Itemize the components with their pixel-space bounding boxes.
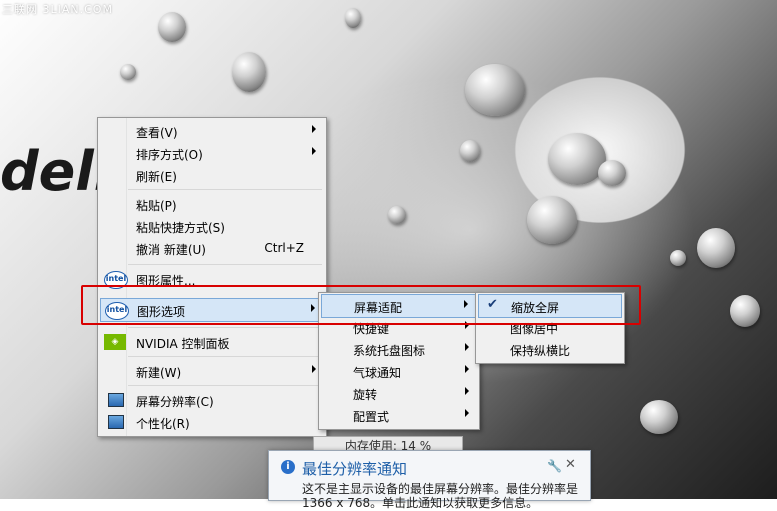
menu-item-undo[interactable]: 撤消 新建(U) Ctrl+Z [100, 237, 324, 259]
monitor-icon [108, 393, 124, 407]
menu-item-label: 配置式 [353, 410, 390, 424]
water-drop [670, 250, 686, 266]
personalize-icon [108, 415, 124, 429]
menu-item-label: 旋转 [353, 388, 378, 402]
menu-separator [128, 385, 322, 386]
water-drop [640, 400, 678, 434]
menu-item-tray-icon[interactable]: 系统托盘图标 [321, 338, 477, 360]
menu-item-sort[interactable]: 排序方式(O) [100, 142, 324, 164]
water-drop [120, 64, 136, 80]
close-icon[interactable]: ✕ [565, 457, 576, 472]
brand-logo-text: dell [0, 140, 113, 203]
water-drop [158, 12, 186, 42]
menu-item-label: 查看(V) [136, 126, 178, 140]
menu-item-label: 保持纵横比 [510, 344, 571, 358]
menu-item-label: 个性化(R) [136, 417, 190, 431]
menu-item-paste[interactable]: 粘贴(P) [100, 193, 324, 215]
water-drop [730, 295, 760, 327]
water-drop [527, 196, 577, 244]
highlight-annotation-frame [81, 285, 641, 325]
water-drop [232, 52, 266, 92]
submenu-arrow-icon [312, 147, 316, 155]
menu-item-screen-resolution[interactable]: 屏幕分辨率(C) [100, 389, 324, 411]
submenu-arrow-icon [465, 409, 469, 417]
menu-item-personalize[interactable]: 个性化(R) [100, 411, 324, 433]
menu-item-label: 刷新(E) [136, 170, 177, 184]
watermark-text: 三联网 3LIAN.COM [2, 3, 113, 16]
menu-item-label: NVIDIA 控制面板 [136, 337, 230, 351]
water-drop [388, 206, 406, 224]
menu-item-new[interactable]: 新建(W) [100, 360, 324, 382]
menu-item-label: 气球通知 [353, 366, 402, 380]
nvidia-icon: ◈ [104, 334, 126, 350]
submenu-arrow-icon [465, 365, 469, 373]
menu-item-label: 新建(W) [136, 366, 182, 380]
water-drop [548, 133, 606, 185]
wrench-icon[interactable]: 🔧 [547, 459, 562, 473]
menu-item-label: 粘贴快捷方式(S) [136, 221, 225, 235]
menu-item-balloon-notify[interactable]: 气球通知 [321, 360, 477, 382]
submenu-arrow-icon [312, 125, 316, 133]
water-drop [345, 8, 361, 28]
menu-separator [128, 189, 322, 190]
menu-separator [128, 264, 322, 265]
menu-separator [128, 356, 322, 357]
menu-separator [128, 327, 322, 328]
menu-item-label: 排序方式(O) [136, 148, 203, 162]
notification-body-line2: 1366 x 768。单击此通知以获取更多信息。 [302, 496, 539, 510]
desktop-context-menu: 查看(V) 排序方式(O) 刷新(E) 粘贴(P) 粘贴快捷方式(S) 撤消 新… [97, 117, 327, 437]
water-drop [460, 140, 480, 162]
info-icon: i [281, 460, 295, 474]
submenu-arrow-icon [465, 343, 469, 351]
menu-item-refresh[interactable]: 刷新(E) [100, 164, 324, 186]
submenu-arrow-icon [312, 365, 316, 373]
notification-title: 最佳分辨率通知 [302, 460, 408, 478]
menu-item-rotate[interactable]: 旋转 [321, 382, 477, 404]
resolution-notification[interactable]: i 最佳分辨率通知 🔧 ✕ 这不是主显示设备的最佳屏幕分辨率。最佳分辨率是 13… [268, 450, 591, 510]
menu-item-label: 撤消 新建(U) [136, 243, 206, 257]
menu-item-nvidia-control-panel[interactable]: ◈ NVIDIA 控制面板 [100, 331, 324, 353]
submenu-arrow-icon [465, 387, 469, 395]
menu-item-paste-shortcut[interactable]: 粘贴快捷方式(S) [100, 215, 324, 237]
water-drop [697, 228, 735, 268]
menu-item-view[interactable]: 查看(V) [100, 120, 324, 142]
menu-item-keep-aspect-ratio[interactable]: 保持纵横比 [478, 338, 622, 360]
water-drop [465, 64, 525, 116]
menu-item-label: 屏幕分辨率(C) [136, 395, 214, 409]
menu-item-label: 系统托盘图标 [353, 344, 426, 358]
menu-item-label: 粘贴(P) [136, 199, 177, 213]
water-drop [598, 160, 626, 186]
menu-item-profiles[interactable]: 配置式 [321, 404, 477, 426]
menu-item-shortcut: Ctrl+Z [264, 241, 304, 255]
